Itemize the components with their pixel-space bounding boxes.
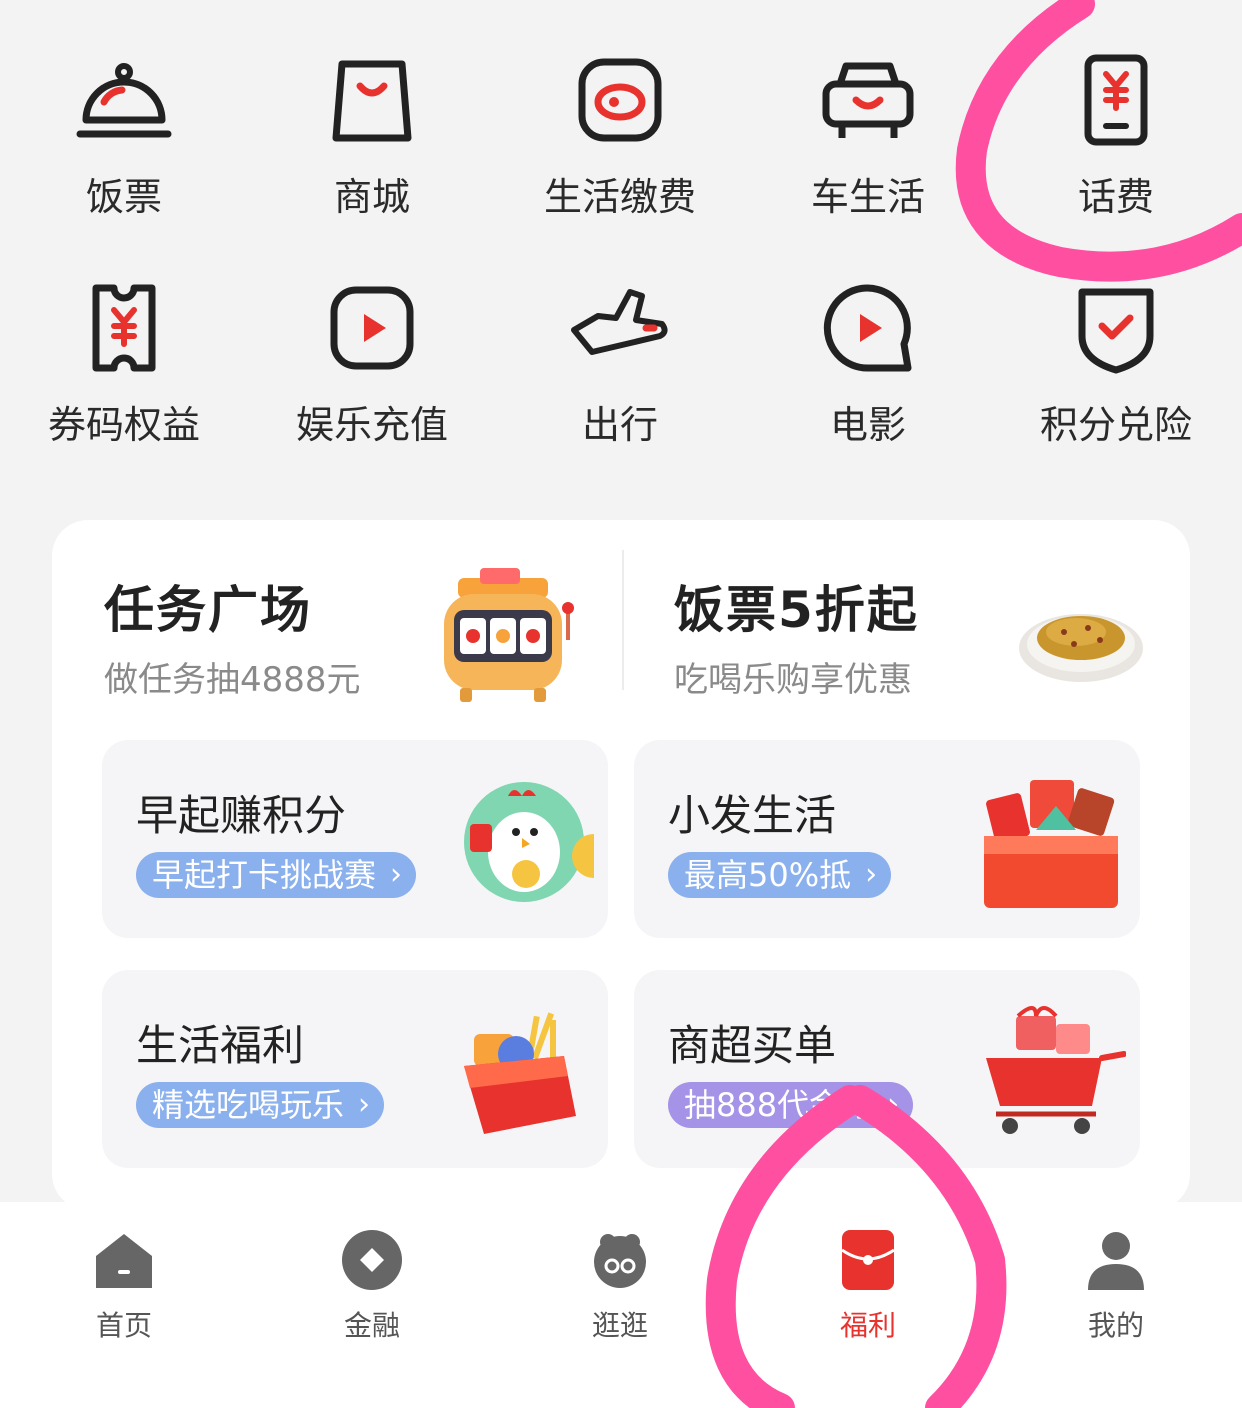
- grid-item-shenghuojiaofei[interactable]: 生活缴费: [496, 40, 744, 240]
- service-grid-row-2: 券码权益 娱乐充值 出行 电影 积分兑险: [0, 268, 1242, 468]
- grid-label: 饭票: [85, 175, 162, 219]
- grid-item-huafei[interactable]: 话费: [992, 40, 1240, 240]
- grid-item-chuxing[interactable]: 出行: [496, 268, 744, 468]
- pill-label: 精选吃喝玩乐: [152, 1086, 345, 1124]
- movie-icon: [823, 284, 912, 372]
- tile-life-welfare[interactable]: 生活福利 精选吃喝玩乐 ›: [102, 970, 608, 1168]
- profile-icon: [1088, 1232, 1144, 1290]
- bottom-nav: 首页 金融 逛逛 福利 我的: [0, 1202, 1242, 1408]
- promo-title: 任务广场: [104, 581, 312, 639]
- shopping-cart-icon: [986, 1006, 1126, 1134]
- phone-bill-icon: [1084, 54, 1148, 146]
- browse-icon: [594, 1234, 646, 1288]
- shopping-bag-icon: [332, 60, 412, 142]
- shield-check-icon: [1078, 288, 1154, 374]
- grid-label: 积分兑险: [1039, 403, 1192, 447]
- grid-label: 生活缴费: [543, 175, 696, 219]
- tile-pill-button[interactable]: 早起打卡挑战赛 ›: [136, 852, 417, 898]
- nav-tab-finance[interactable]: 金融: [248, 1202, 496, 1362]
- tile-xiaofa-life[interactable]: 小发生活 最高50%抵 ›: [634, 740, 1140, 938]
- welfare-card: 任务广场 做任务抽4888元 饭票5折起 吃喝乐购享优惠 早起赚积分 早起打卡挑…: [52, 520, 1190, 1210]
- fried-rice-plate-icon: [1019, 614, 1143, 682]
- nav-tab-profile[interactable]: 我的: [992, 1202, 1240, 1362]
- promo-subtitle: 做任务抽4888元: [104, 660, 361, 700]
- promo-task-plaza[interactable]: 任务广场 做任务抽4888元: [104, 560, 614, 720]
- tile-supermarket-pay[interactable]: 商超买单 抽888代金券 ›: [634, 970, 1140, 1168]
- pill-label: 早起打卡挑战赛: [152, 856, 377, 894]
- grid-label: 娱乐充值: [295, 403, 448, 447]
- grid-label: 电影: [829, 403, 906, 447]
- nav-label: 金融: [343, 1309, 400, 1342]
- tile-early-rise-points[interactable]: 早起赚积分 早起打卡挑战赛 ›: [102, 740, 608, 938]
- coupon-icon: [92, 284, 156, 372]
- nav-label: 首页: [95, 1309, 152, 1342]
- nav-label: 逛逛: [591, 1309, 648, 1342]
- grid-item-jifenduixian[interactable]: 积分兑险: [992, 268, 1240, 468]
- chevron-right-icon: ›: [887, 1087, 900, 1122]
- tile-title: 小发生活: [668, 791, 837, 840]
- promo-fanpiao-discount[interactable]: 饭票5折起 吃喝乐购享优惠: [674, 560, 1154, 720]
- tile-pill-button[interactable]: 抽888代金券 ›: [668, 1082, 914, 1128]
- finance-icon: [342, 1230, 402, 1290]
- nav-tab-browse[interactable]: 逛逛: [496, 1202, 744, 1362]
- slot-machine-icon: [444, 568, 574, 702]
- grid-item-yulechongzhi[interactable]: 娱乐充值: [248, 268, 496, 468]
- grid-item-quanma[interactable]: 券码权益: [0, 268, 248, 468]
- grid-label: 话费: [1077, 175, 1154, 219]
- tile-title: 生活福利: [136, 1021, 305, 1070]
- nav-tab-home[interactable]: 首页: [0, 1202, 248, 1362]
- grid-item-fanpiao[interactable]: 饭票: [0, 40, 248, 240]
- promo-subtitle: 吃喝乐购享优惠: [674, 660, 912, 700]
- grid-label: 出行: [581, 403, 658, 447]
- car-icon: [822, 62, 914, 138]
- grid-item-cheshenghuo[interactable]: 车生活: [744, 40, 992, 240]
- tile-title: 早起赚积分: [136, 791, 347, 840]
- promo-divider: [622, 550, 624, 690]
- plane-icon: [571, 289, 668, 355]
- promo-title: 饭票5折起: [674, 581, 919, 639]
- red-envelope-icon: [841, 1230, 895, 1290]
- home-icon: [96, 1234, 152, 1288]
- service-grid-row-1: 饭票 商城 生活缴费 车生活 话费: [0, 40, 1242, 240]
- gift-box-icon: [984, 780, 1118, 908]
- nav-tab-welfare[interactable]: 福利: [744, 1202, 992, 1362]
- chevron-right-icon: ›: [358, 1087, 371, 1122]
- gift-box-fries-icon: [464, 1012, 576, 1134]
- tile-pill-button[interactable]: 精选吃喝玩乐 ›: [136, 1082, 385, 1128]
- rooster-mascot-icon: [464, 782, 594, 902]
- nav-label: 我的: [1087, 1309, 1144, 1342]
- grid-label: 商城: [333, 175, 410, 219]
- tile-pill-button[interactable]: 最高50%抵 ›: [668, 852, 892, 898]
- grid-label: 车生活: [810, 175, 925, 219]
- chevron-right-icon: ›: [865, 857, 878, 892]
- grid-label: 券码权益: [47, 403, 200, 447]
- cloche-icon: [76, 63, 172, 138]
- grid-item-dianying[interactable]: 电影: [744, 268, 992, 468]
- grid-item-shangcheng[interactable]: 商城: [248, 40, 496, 240]
- pill-label: 抽888代金券: [684, 1086, 874, 1124]
- nav-label: 福利: [839, 1309, 896, 1342]
- play-icon: [330, 286, 414, 370]
- tile-title: 商超买单: [668, 1021, 837, 1070]
- chevron-right-icon: ›: [390, 857, 403, 892]
- pill-label: 最高50%抵: [684, 856, 852, 894]
- bill-pay-icon: [578, 58, 662, 142]
